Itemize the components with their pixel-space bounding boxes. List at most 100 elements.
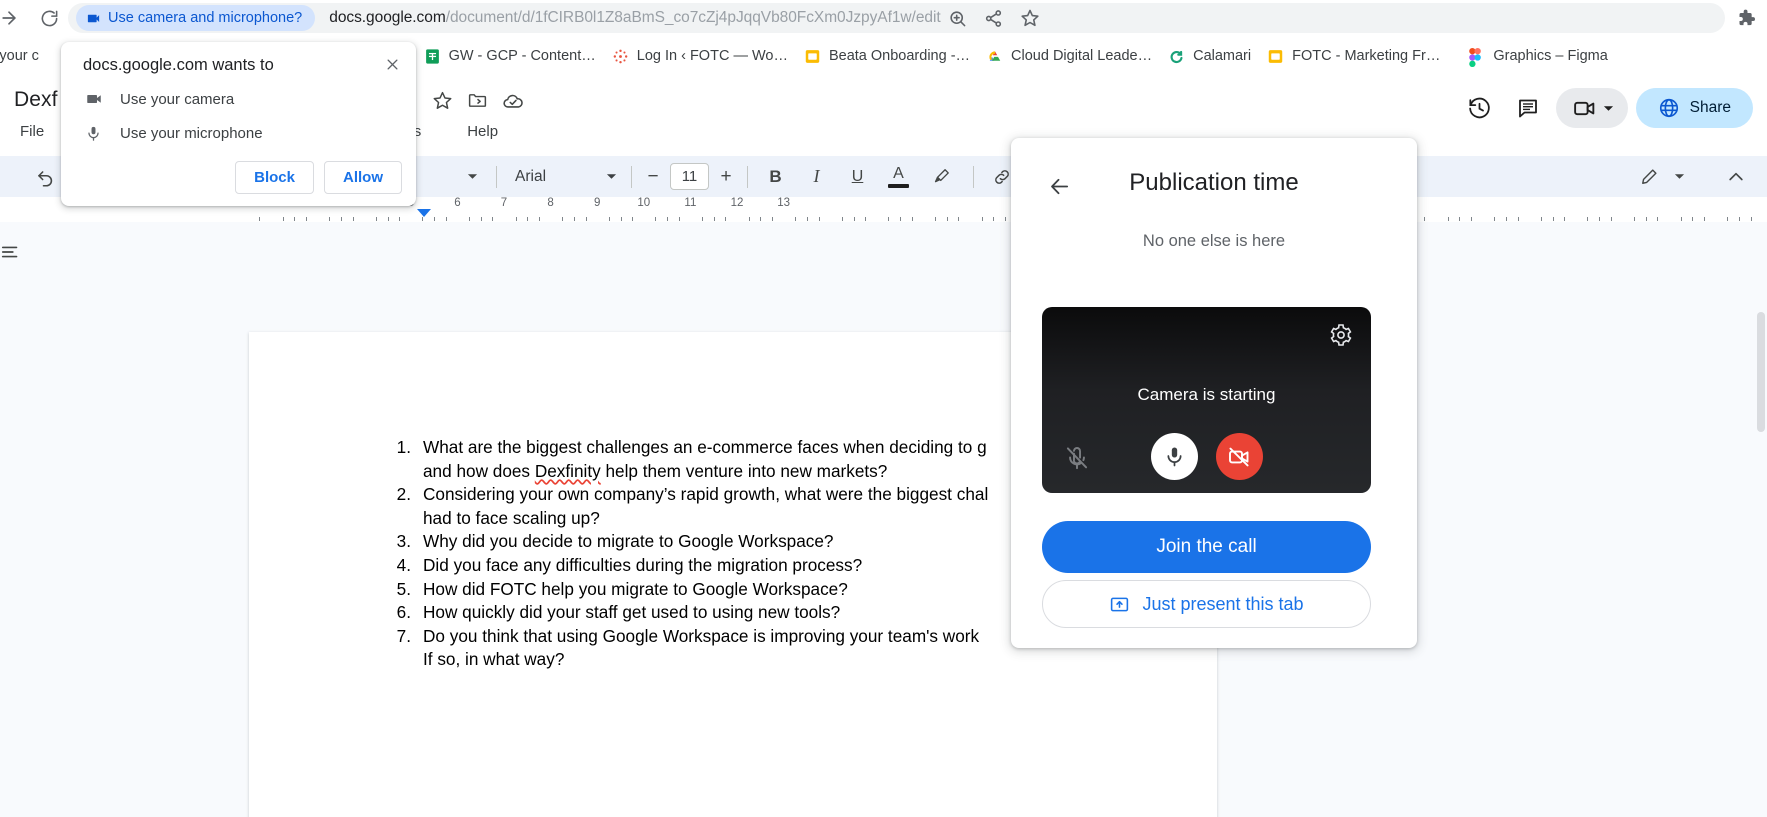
ruler-tick <box>399 217 401 221</box>
ruler-tick <box>853 217 855 221</box>
ruler-tick <box>1727 217 1729 221</box>
ruler-number: 12 <box>730 197 744 209</box>
bold-button[interactable]: B <box>760 161 791 192</box>
ruler-tick <box>1564 217 1566 221</box>
ruler-tick <box>760 217 762 221</box>
document-outline-icon[interactable] <box>0 241 22 268</box>
reload-icon[interactable] <box>34 3 64 33</box>
ruler-tick <box>1680 217 1682 221</box>
ruler-tick <box>515 217 517 221</box>
undo-icon[interactable] <box>30 161 61 192</box>
block-button[interactable]: Block <box>235 161 314 194</box>
chevron-down-icon <box>606 171 617 182</box>
camera-toggle-button[interactable] <box>1215 433 1263 480</box>
close-icon[interactable] <box>378 50 406 78</box>
extensions-puzzle-icon[interactable] <box>1731 3 1761 33</box>
camera-mic-chip-label: Use camera and microphone? <box>108 10 303 26</box>
move-to-folder-icon[interactable] <box>467 90 488 117</box>
ruler-number: 10 <box>637 197 651 209</box>
slides-icon <box>1267 48 1284 65</box>
zoom-icon[interactable] <box>941 3 975 33</box>
bookmark-label: Beata Onboarding -… <box>828 48 971 64</box>
toolbar-divider <box>747 165 748 188</box>
document-title-icons <box>432 90 524 117</box>
bookmark-item[interactable]: Beata Onboarding -… <box>796 42 978 70</box>
chevron-down-icon[interactable] <box>1670 161 1688 192</box>
video-camera-icon <box>1572 96 1597 121</box>
bookmark-item[interactable]: Graphics – Figma <box>1460 42 1615 70</box>
ruler-tick <box>329 217 331 221</box>
bookmark-item[interactable]: Calamari <box>1160 42 1259 70</box>
paragraph-style-caret[interactable] <box>457 161 488 192</box>
cloud-saved-icon[interactable] <box>502 90 524 117</box>
star-icon[interactable] <box>432 90 453 117</box>
version-history-icon[interactable] <box>1460 88 1500 128</box>
bookmark-item[interactable]: Log In ‹ FOTC — Wo… <box>604 42 796 70</box>
browser-omnibar: Use camera and microphone? docs.google.c… <box>0 0 1767 36</box>
ruler-tick <box>387 217 389 221</box>
ruler-tick <box>958 217 960 221</box>
figma-icon <box>1468 47 1485 67</box>
ruler-number: 9 <box>593 197 601 209</box>
ruler-tick <box>1750 217 1752 221</box>
ruler-tick <box>1470 217 1472 221</box>
menu-help[interactable]: Help <box>461 121 504 142</box>
present-tab-button[interactable]: Just present this tab <box>1042 580 1371 628</box>
increase-font-size-button[interactable]: + <box>713 164 739 190</box>
allow-button[interactable]: Allow <box>324 161 402 194</box>
meet-toolbar-button[interactable] <box>1555 88 1628 128</box>
ruler-tick <box>294 217 296 221</box>
video-camera-icon <box>83 90 104 108</box>
font-family-value: Arial <box>515 167 547 185</box>
chevron-up-icon[interactable] <box>1720 161 1751 192</box>
forward-arrow-icon[interactable] <box>0 3 24 33</box>
comment-history-icon[interactable] <box>1508 88 1548 128</box>
ruler-tick <box>1587 217 1589 221</box>
ruler-tick <box>888 217 890 221</box>
pencil-icon[interactable] <box>1633 161 1664 192</box>
omnibar-actions <box>941 3 1047 33</box>
bookmark-item[interactable]: Cloud Digital Leade… <box>978 42 1160 70</box>
bookmark-item[interactable]: omit your c <box>0 42 47 70</box>
ruler-number: 11 <box>684 197 697 209</box>
camera-preview: Camera is starting <box>1042 307 1371 493</box>
ruler-tick <box>480 217 482 221</box>
highlighter-icon[interactable] <box>926 161 957 192</box>
ruler-tick <box>771 217 773 221</box>
camera-mic-permission-chip[interactable]: Use camera and microphone? <box>76 5 316 31</box>
ruler-tick <box>1657 217 1659 221</box>
underline-button[interactable]: U <box>842 161 873 192</box>
ruler-tick <box>469 217 471 221</box>
present-tab-label: Just present this tab <box>1142 593 1304 614</box>
text-color-button[interactable]: A <box>883 161 914 192</box>
first-line-indent-marker[interactable] <box>417 209 431 217</box>
microphone-toggle-button[interactable] <box>1150 433 1198 480</box>
list-item-number: 7. <box>396 625 411 646</box>
decrease-font-size-button[interactable]: − <box>640 164 666 190</box>
bookmark-star-icon[interactable] <box>1013 3 1047 33</box>
ruler-tick <box>1703 217 1705 221</box>
share-icon[interactable] <box>977 3 1011 33</box>
vertical-scrollbar[interactable] <box>1755 222 1767 817</box>
document-title[interactable]: Dexf <box>14 88 58 112</box>
bookmark-item[interactable]: FOTC - Marketing Fr… <box>1259 42 1448 70</box>
italic-button[interactable]: I <box>801 161 832 192</box>
join-call-button[interactable]: Join the call <box>1042 521 1371 573</box>
ruler-number: 6 <box>454 197 461 209</box>
ruler-tick <box>1645 217 1647 221</box>
ruler-tick <box>573 217 575 221</box>
font-size-input[interactable]: 11 <box>670 163 709 190</box>
menu-file[interactable]: File <box>14 121 50 142</box>
ruler-tick <box>1634 217 1636 221</box>
font-family-selector[interactable]: Arial <box>505 162 623 192</box>
ruler-tick <box>946 217 948 221</box>
gear-icon[interactable] <box>1327 321 1355 349</box>
bookmark-item[interactable]: GW - GCP - Content… <box>416 42 604 70</box>
permission-item-label: Use your camera <box>120 90 235 108</box>
address-bar[interactable]: Use camera and microphone? docs.google.c… <box>68 3 1725 33</box>
ruler-tick <box>806 217 808 221</box>
ruler-tick <box>1004 217 1006 221</box>
ruler-tick <box>445 217 447 221</box>
share-button[interactable]: Share <box>1635 88 1753 128</box>
scrollbar-thumb[interactable] <box>1757 312 1765 432</box>
